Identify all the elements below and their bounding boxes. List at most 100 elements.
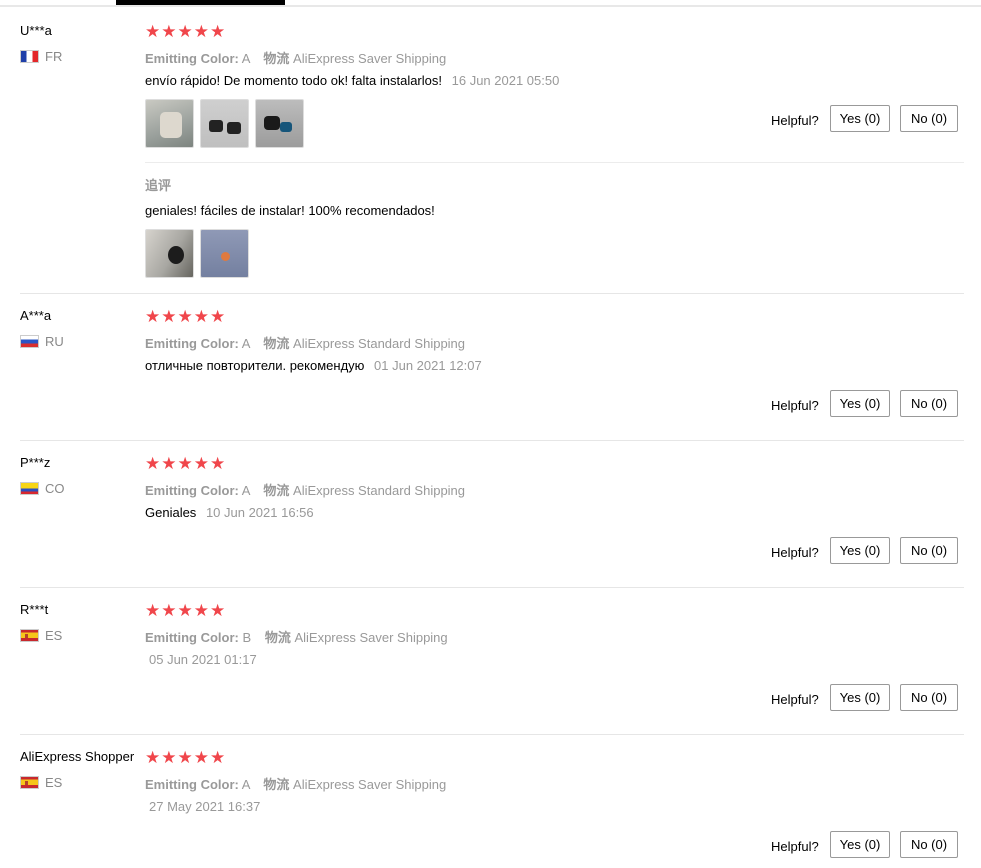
star-icon: ★ [161,454,177,474]
review-text: envío rápido! De momento todo ok! falta … [145,73,442,88]
sku-value: A [241,777,250,792]
review-photo-thumbnail[interactable] [145,229,194,278]
helpful-label: Helpful? [771,839,819,854]
sku-info: Emitting Color: A 物流 AliExpress Saver Sh… [145,774,446,793]
reviewer-country: FR [20,49,62,64]
helpful-no-button[interactable]: No (0) [900,831,958,858]
review-date: 27 May 2021 16:37 [149,799,261,814]
review-photo-thumbnail[interactable] [145,99,194,148]
shipping-label: 物流 [263,483,290,498]
country-code: RU [45,334,64,349]
review-divider [20,293,964,294]
star-icon: ★ [145,601,161,621]
helpful-no-button[interactable]: No (0) [900,537,958,564]
star-icon: ★ [145,22,161,42]
star-icon: ★ [210,601,226,621]
helpful-yes-button[interactable]: Yes (0) [830,390,890,417]
shipping-label: 物流 [263,336,290,351]
star-icon: ★ [193,748,209,768]
active-tab-indicator [116,0,285,5]
reviewer-country: ES [20,628,62,643]
review-content: отличные повторители. рекомендую 01 Jun … [145,358,482,373]
star-icon: ★ [145,307,161,327]
review-content: Geniales 10 Jun 2021 16:56 [145,505,314,520]
country-code: CO [45,481,65,496]
helpful-yes-button[interactable]: Yes (0) [830,684,890,711]
helpful-no-button[interactable]: No (0) [900,390,958,417]
review-date: 01 Jun 2021 12:07 [374,358,482,373]
helpful-label: Helpful? [771,545,819,560]
shipping-method: AliExpress Standard Shipping [293,483,466,498]
country-code: FR [45,49,63,64]
review-photo-thumbnail[interactable] [200,99,249,148]
sku-value: B [242,630,252,645]
review-photo-thumbnail[interactable] [200,229,249,278]
helpful-yes-button[interactable]: Yes (0) [830,105,890,132]
append-divider [145,162,964,163]
sku-value: A [241,336,250,351]
reviewer-country: RU [20,334,64,349]
shipping-method: AliExpress Saver Shipping [294,630,448,645]
append-review-label: 追评 [145,178,172,193]
shipping-method: AliExpress Standard Shipping [293,336,466,351]
star-icon: ★ [177,601,193,621]
review-text: отличные повторители. рекомендую [145,358,365,373]
helpful-yes-button[interactable]: Yes (0) [830,537,890,564]
review-content: envío rápido! De momento todo ok! falta … [145,73,559,88]
star-icon: ★ [177,454,193,474]
sku-label: Emitting Color: [145,777,239,792]
star-icon: ★ [177,307,193,327]
reviewer-country: CO [20,481,65,496]
france-flag-icon [20,50,39,63]
star-icon: ★ [145,454,161,474]
shipping-label: 物流 [264,630,291,645]
star-icon: ★ [193,307,209,327]
review-divider [20,440,964,441]
append-review-text: geniales! fáciles de instalar! 100% reco… [145,203,435,218]
star-icon: ★ [210,454,226,474]
shipping-label: 物流 [263,51,290,66]
star-icon: ★ [193,601,209,621]
country-code: ES [45,775,63,790]
star-icon: ★ [177,748,193,768]
review-photos [145,99,304,148]
star-rating: ★ ★ ★ ★ ★ [145,601,226,621]
sku-label: Emitting Color: [145,336,239,351]
reviewer-name: AliExpress Shopper [20,749,135,764]
sku-info: Emitting Color: A 物流 AliExpress Standard… [145,480,465,499]
star-icon: ★ [177,22,193,42]
country-code: ES [45,628,63,643]
star-rating: ★ ★ ★ ★ ★ [145,454,226,474]
helpful-no-button[interactable]: No (0) [900,105,958,132]
review-content: 05 Jun 2021 01:17 [149,652,257,667]
sku-value: A [241,51,250,66]
review-divider [20,734,964,735]
reviewer-country: ES [20,775,62,790]
helpful-label: Helpful? [771,398,819,413]
star-icon: ★ [210,22,226,42]
star-icon: ★ [161,22,177,42]
star-icon: ★ [145,748,161,768]
sku-label: Emitting Color: [145,51,239,66]
sku-info: Emitting Color: A 物流 AliExpress Saver Sh… [145,48,446,67]
sku-label: Emitting Color: [145,630,239,645]
star-icon: ★ [210,748,226,768]
spain-flag-icon [20,629,39,642]
helpful-no-button[interactable]: No (0) [900,684,958,711]
reviewer-name: P***z [20,455,51,470]
shipping-method: AliExpress Saver Shipping [293,777,447,792]
shipping-label: 物流 [263,777,290,792]
tab-bar-underline [0,5,981,7]
sku-value: A [241,483,250,498]
review-text: Geniales [145,505,197,520]
star-icon: ★ [193,454,209,474]
helpful-label: Helpful? [771,113,819,128]
review-photo-thumbnail[interactable] [255,99,304,148]
append-review-photos [145,229,249,278]
helpful-yes-button[interactable]: Yes (0) [830,831,890,858]
sku-info: Emitting Color: B 物流 AliExpress Saver Sh… [145,627,448,646]
sku-info: Emitting Color: A 物流 AliExpress Standard… [145,333,465,352]
star-rating: ★ ★ ★ ★ ★ [145,22,226,42]
review-date: 10 Jun 2021 16:56 [205,505,314,520]
shipping-method: AliExpress Saver Shipping [293,51,447,66]
